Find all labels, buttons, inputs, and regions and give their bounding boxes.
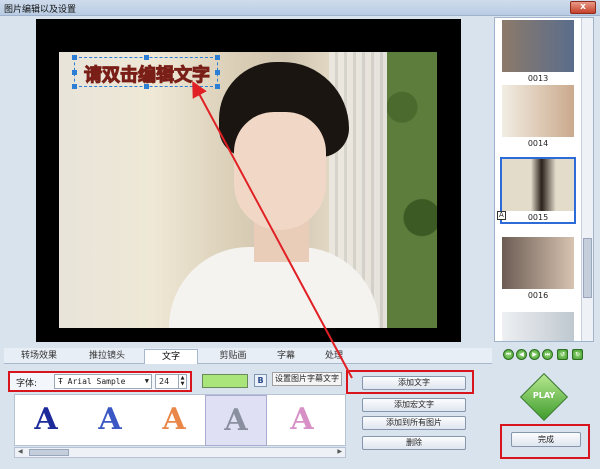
- thumbnail-image[interactable]: [502, 159, 574, 211]
- bold-button[interactable]: B: [254, 374, 267, 387]
- text-style-gallery: A A A A A: [14, 394, 346, 446]
- tab-bar: 转场效果 推拉镜头 文字 剪贴画 字幕 处理: [4, 348, 492, 364]
- text-style-item[interactable]: A: [79, 395, 141, 446]
- tab-process[interactable]: 处理: [314, 349, 354, 364]
- thumbnail-label: 0013: [527, 74, 549, 83]
- tab-pan-zoom[interactable]: 推拉镜头: [80, 349, 134, 364]
- tooltip: 设置图片字幕文字: [272, 372, 342, 386]
- preview-photo: [59, 52, 437, 328]
- thumbnail-scrollbar[interactable]: [581, 18, 593, 341]
- resize-handle[interactable]: [72, 84, 77, 89]
- resize-handle[interactable]: [144, 84, 149, 89]
- play-label[interactable]: PLAY: [527, 391, 561, 400]
- thumbnail-image[interactable]: [502, 85, 574, 137]
- thumbnail-strip: 0013 0014 0015 A 0016: [494, 17, 594, 342]
- next-icon[interactable]: ▶: [529, 349, 540, 360]
- thumbnail-item[interactable]: [502, 312, 574, 341]
- resize-handle[interactable]: [215, 84, 220, 89]
- tab-text[interactable]: 文字: [144, 349, 198, 364]
- window-title: 图片编辑以及设置: [4, 5, 77, 15]
- rotate-left-icon[interactable]: ↺: [557, 349, 568, 360]
- font-label: 字体:: [16, 379, 38, 389]
- resize-handle[interactable]: [72, 55, 77, 60]
- last-icon[interactable]: ⏭: [542, 349, 553, 360]
- resize-handle[interactable]: [144, 55, 149, 60]
- text-badge: A: [497, 211, 506, 220]
- gallery-scrollbar[interactable]: ◀ ▶: [14, 447, 346, 458]
- text-style-item[interactable]: A: [15, 395, 77, 446]
- finish-button[interactable]: 完成: [511, 432, 581, 447]
- text-style-item[interactable]: A: [271, 395, 333, 446]
- resize-handle[interactable]: [215, 70, 220, 75]
- scroll-left-icon[interactable]: ◀: [18, 448, 23, 455]
- prev-icon[interactable]: ◀: [516, 349, 527, 360]
- resize-handle[interactable]: [215, 55, 220, 60]
- title-bar: 图片编辑以及设置 x: [0, 0, 600, 16]
- tab-clipart[interactable]: 剪贴画: [206, 349, 260, 364]
- first-icon[interactable]: ⏮: [503, 349, 514, 360]
- delete-button[interactable]: 删除: [362, 436, 466, 450]
- add-macro-text-button[interactable]: 添加宏文字: [362, 398, 466, 412]
- font-settings-row: 字体: Ŧ Arial Sample ▼ 24 ▲ ▼: [8, 371, 192, 392]
- scroll-right-icon[interactable]: ▶: [337, 448, 342, 455]
- thumbnail-image[interactable]: [502, 312, 574, 341]
- add-text-button[interactable]: 添加文字: [362, 376, 466, 390]
- thumbnail-label: 0015: [527, 213, 549, 222]
- caption-text-box[interactable]: 请双击编辑文字: [72, 55, 220, 89]
- font-family-select[interactable]: Ŧ Arial Sample ▼: [54, 374, 152, 389]
- thumbnail-item[interactable]: 0016: [502, 237, 574, 300]
- text-style-item-selected[interactable]: A: [205, 395, 267, 446]
- thumbnail-item[interactable]: 0013: [502, 20, 574, 83]
- text-color-swatch[interactable]: [202, 374, 248, 388]
- photo-face: [234, 112, 326, 230]
- font-size-input[interactable]: 24 ▲ ▼: [155, 374, 187, 389]
- thumbnail-label: 0014: [527, 139, 549, 148]
- tab-transition[interactable]: 转场效果: [12, 349, 66, 364]
- tab-subtitle[interactable]: 字幕: [266, 349, 306, 364]
- thumbnail-image[interactable]: [502, 237, 574, 289]
- close-button[interactable]: x: [570, 1, 596, 14]
- thumbnail-image[interactable]: [502, 20, 574, 72]
- thumbnail-item-selected[interactable]: 0015 A: [497, 157, 576, 224]
- chevron-down-icon[interactable]: ▼: [145, 375, 149, 388]
- scrollbar-thumb[interactable]: [583, 238, 592, 298]
- scrollbar-thumb[interactable]: [29, 449, 69, 456]
- font-size-stepper[interactable]: ▲ ▼: [178, 375, 186, 388]
- font-family-value: Ŧ Arial Sample: [58, 377, 126, 386]
- add-to-all-images-button[interactable]: 添加到所有图片: [362, 416, 466, 430]
- resize-handle[interactable]: [72, 70, 77, 75]
- font-size-value: 24: [159, 377, 170, 386]
- thumbnail-label: 0016: [527, 291, 549, 300]
- rotate-right-icon[interactable]: ↻: [572, 349, 583, 360]
- thumbnail-item[interactable]: 0014: [502, 85, 574, 148]
- photo-leaves: [387, 52, 437, 328]
- text-style-item[interactable]: A: [143, 395, 205, 446]
